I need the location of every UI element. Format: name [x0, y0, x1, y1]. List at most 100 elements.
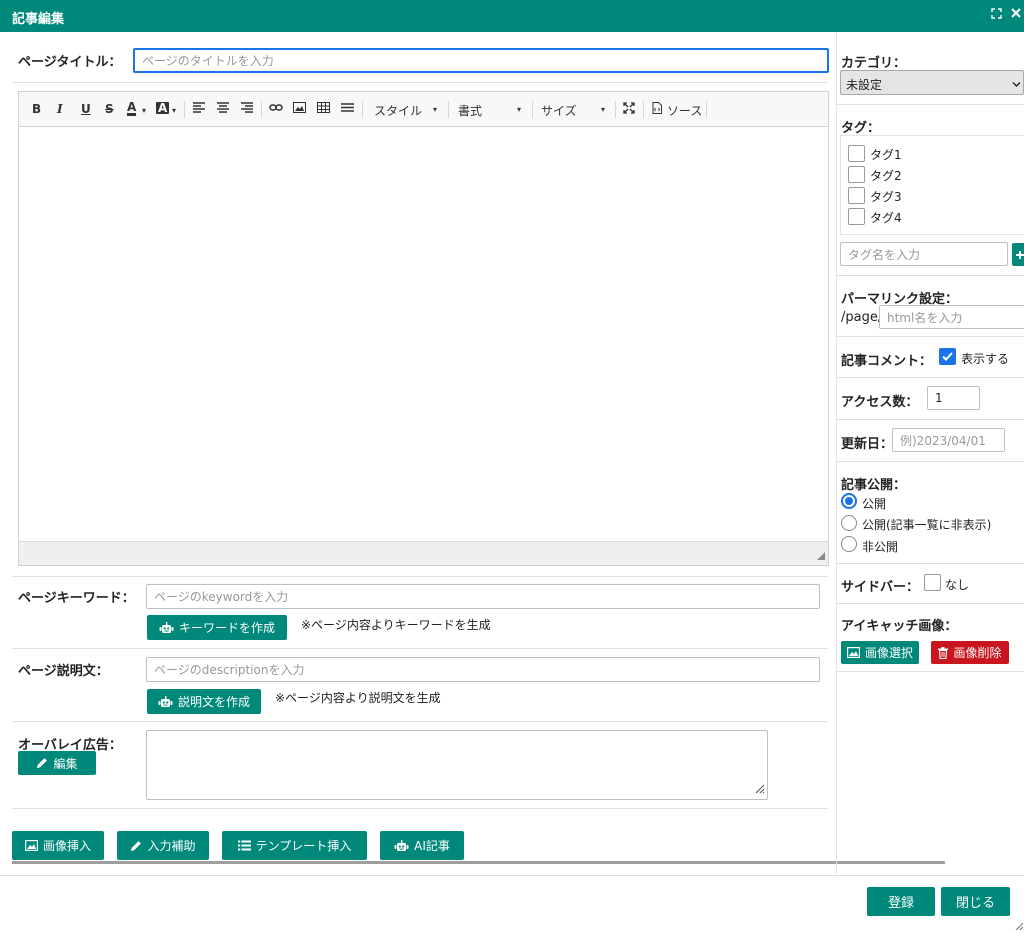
publish-option-label: 公開 — [862, 497, 887, 511]
sidebar-none-label: なし — [945, 578, 970, 592]
permalink-input[interactable]: html名を入力 — [879, 305, 1024, 329]
tag-label: タグ3 — [870, 190, 902, 204]
eyecatch-select-label: 画像選択 — [864, 646, 913, 660]
access-count-input[interactable]: 1 — [927, 386, 980, 410]
overlay-edit-button[interactable]: 編集 — [18, 751, 96, 775]
list-icon — [237, 840, 251, 851]
divider — [837, 275, 1024, 276]
image-insert-button[interactable]: 画像挿入 — [12, 831, 104, 860]
generate-keywords-button[interactable]: キーワードを作成 — [147, 615, 287, 640]
editor-toolbar: B I U S A ▾ A ▾ スタイル ▾ 書式 ▾ サイズ ▾ ソース — [19, 92, 828, 127]
updated-date-label: 更新日： — [841, 437, 894, 452]
eyecatch-delete-button[interactable]: 画像削除 — [931, 641, 1009, 664]
italic-button[interactable]: I — [57, 102, 63, 116]
size-dropdown[interactable]: サイズ — [541, 102, 577, 119]
divider — [837, 419, 1024, 420]
tag-label: タグ2 — [870, 169, 902, 183]
close-icon[interactable] — [1010, 7, 1022, 22]
link-icon[interactable] — [269, 102, 283, 116]
trash-icon — [938, 646, 949, 659]
resize-handle-icon[interactable] — [815, 549, 825, 563]
description-note: ※ページ内容より説明文を生成 — [275, 691, 441, 705]
align-center-icon[interactable] — [217, 102, 229, 116]
tag-checkbox[interactable] — [848, 166, 865, 183]
tag-name-placeholder: タグ名を入力 — [848, 247, 921, 262]
chevron-down-icon[interactable]: ▾ — [172, 106, 176, 115]
keywords-placeholder: ページのkeywordを入力 — [154, 590, 289, 604]
pencil-icon — [37, 758, 48, 768]
divider — [837, 461, 1024, 462]
toolbar-separator — [532, 101, 533, 118]
divider — [837, 563, 1024, 564]
register-button[interactable]: 登録 — [867, 887, 935, 916]
tag-label: タグ1 — [870, 148, 902, 162]
template-insert-button[interactable]: テンプレート挿入 — [222, 831, 367, 860]
horizontal-scrollbar[interactable] — [12, 861, 945, 864]
ai-article-button[interactable]: AI記事 — [380, 831, 464, 860]
comment-label: 記事コメント： — [841, 354, 933, 369]
table-icon[interactable] — [317, 102, 330, 116]
toolbar-separator — [706, 101, 707, 118]
image-icon — [846, 647, 860, 658]
category-select[interactable]: 未設定 — [840, 70, 1024, 95]
divider — [837, 671, 1024, 672]
strike-button[interactable]: S — [105, 102, 114, 116]
publish-option-label: 公開(記事一覧に非表示) — [862, 518, 992, 532]
horizontal-rule-icon[interactable] — [341, 102, 354, 116]
align-right-icon[interactable] — [241, 102, 253, 116]
tag-name-input[interactable]: タグ名を入力 — [840, 242, 1008, 266]
divider — [837, 104, 1024, 105]
description-input[interactable]: ページのdescriptionを入力 — [146, 657, 820, 682]
close-button[interactable]: 閉じる — [941, 887, 1010, 916]
source-button[interactable]: ソース — [667, 102, 702, 119]
bold-button[interactable]: B — [32, 102, 41, 116]
rich-text-editor[interactable]: B I U S A ▾ A ▾ スタイル ▾ 書式 ▾ サイズ ▾ ソース — [18, 91, 829, 566]
toolbar-separator — [643, 101, 644, 118]
divider — [12, 648, 828, 649]
tags-list: タグ1 タグ2 タグ3 タグ4 — [840, 135, 1024, 235]
divider — [12, 82, 828, 83]
input-assist-label: 入力補助 — [147, 839, 196, 853]
publish-radio-private[interactable] — [841, 536, 857, 552]
image-icon — [24, 840, 38, 851]
sidebar-option-label: サイドバー： — [841, 580, 920, 595]
chevron-down-icon[interactable]: ▾ — [142, 106, 146, 115]
style-dropdown[interactable]: スタイル — [374, 102, 422, 119]
page-title-input[interactable]: ページのタイトルを入力 — [133, 48, 829, 73]
resize-handle-icon[interactable] — [753, 782, 765, 797]
bg-color-button[interactable]: A — [156, 102, 170, 114]
image-icon[interactable] — [293, 102, 306, 116]
align-left-icon[interactable] — [193, 102, 205, 116]
text-color-button[interactable]: A — [127, 101, 137, 116]
robot-icon — [158, 695, 173, 707]
resize-handle-icon[interactable] — [1014, 919, 1024, 933]
sidebar-none-checkbox[interactable] — [924, 574, 941, 591]
add-tag-button[interactable] — [1012, 243, 1024, 266]
overlay-edit-label: 編集 — [53, 756, 78, 771]
generate-description-button[interactable]: 説明文を作成 — [147, 689, 261, 714]
robot-icon — [394, 839, 409, 851]
tag-checkbox[interactable] — [848, 145, 865, 162]
keywords-input[interactable]: ページのkeywordを入力 — [146, 584, 820, 609]
maximize-icon[interactable] — [623, 102, 635, 117]
tags-label: タグ： — [841, 121, 881, 136]
publish-radio-unlisted[interactable] — [841, 515, 857, 531]
robot-icon — [159, 621, 174, 633]
pencil-icon — [131, 840, 142, 851]
input-assist-button[interactable]: 入力補助 — [117, 831, 209, 860]
toolbar-separator — [362, 101, 363, 118]
tag-checkbox[interactable] — [848, 187, 865, 204]
publish-radio-public[interactable] — [841, 493, 857, 509]
updated-date-input[interactable]: 例)2023/04/01 — [892, 428, 1005, 452]
overlay-textarea[interactable] — [146, 730, 768, 800]
tag-checkbox[interactable] — [848, 208, 865, 225]
expand-icon[interactable] — [991, 8, 1002, 22]
comment-checkbox[interactable] — [939, 348, 956, 365]
source-icon[interactable] — [652, 102, 662, 117]
eyecatch-select-button[interactable]: 画像選択 — [841, 641, 919, 664]
footer-divider — [0, 875, 1024, 876]
description-label: ページ説明文： — [18, 664, 109, 679]
plus-icon — [1016, 250, 1024, 259]
underline-button[interactable]: U — [81, 102, 91, 116]
format-dropdown[interactable]: 書式 — [458, 102, 482, 119]
